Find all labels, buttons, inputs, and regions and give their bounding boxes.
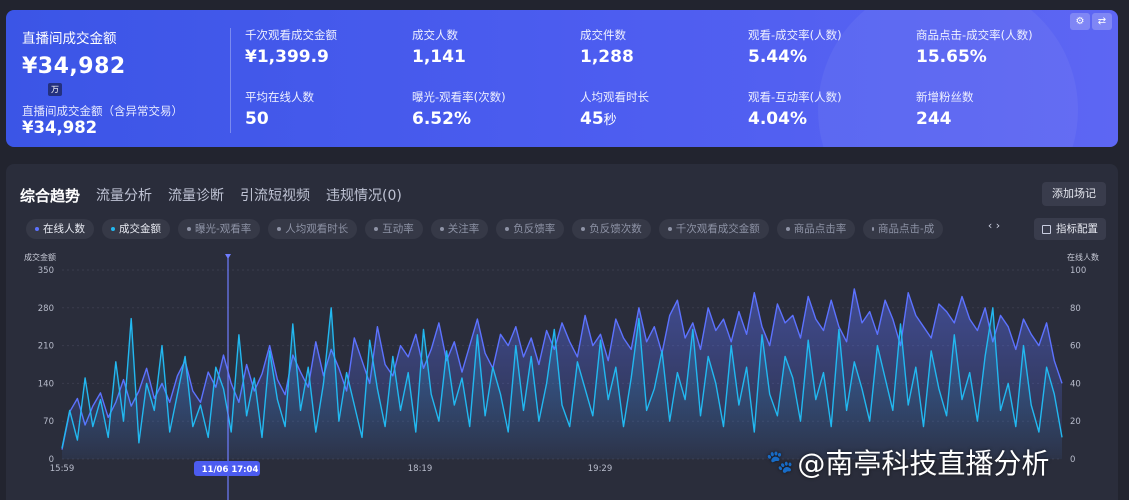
cursor-time-label: 11/06 17:04	[202, 465, 259, 475]
x-tick-label: 15:59	[50, 464, 75, 474]
right-tick-label: 60	[1070, 342, 1081, 352]
right-tick-label: 20	[1070, 417, 1081, 427]
left-tick-label: 140	[38, 379, 54, 389]
watermark: 🐾 @南亭科技直播分析	[766, 447, 1050, 480]
paw-logo-icon: 🐾	[766, 449, 794, 475]
left-tick-label: 210	[38, 342, 54, 352]
cursor-marker	[225, 254, 231, 259]
right-tick-label: 40	[1070, 379, 1081, 389]
left-tick-label: 70	[43, 417, 54, 427]
x-tick-label: 19:29	[588, 464, 613, 474]
left-tick-label: 350	[38, 266, 54, 276]
left-tick-label: 280	[38, 304, 54, 314]
trend-chart[interactable]: 07014021028035002040608010015:59 18:19 19:…	[0, 0, 1129, 500]
x-tick-label: 18:19	[408, 464, 433, 474]
right-tick-label: 0	[1070, 455, 1075, 465]
right-tick-label: 80	[1070, 304, 1081, 314]
right-tick-label: 100	[1070, 266, 1086, 276]
